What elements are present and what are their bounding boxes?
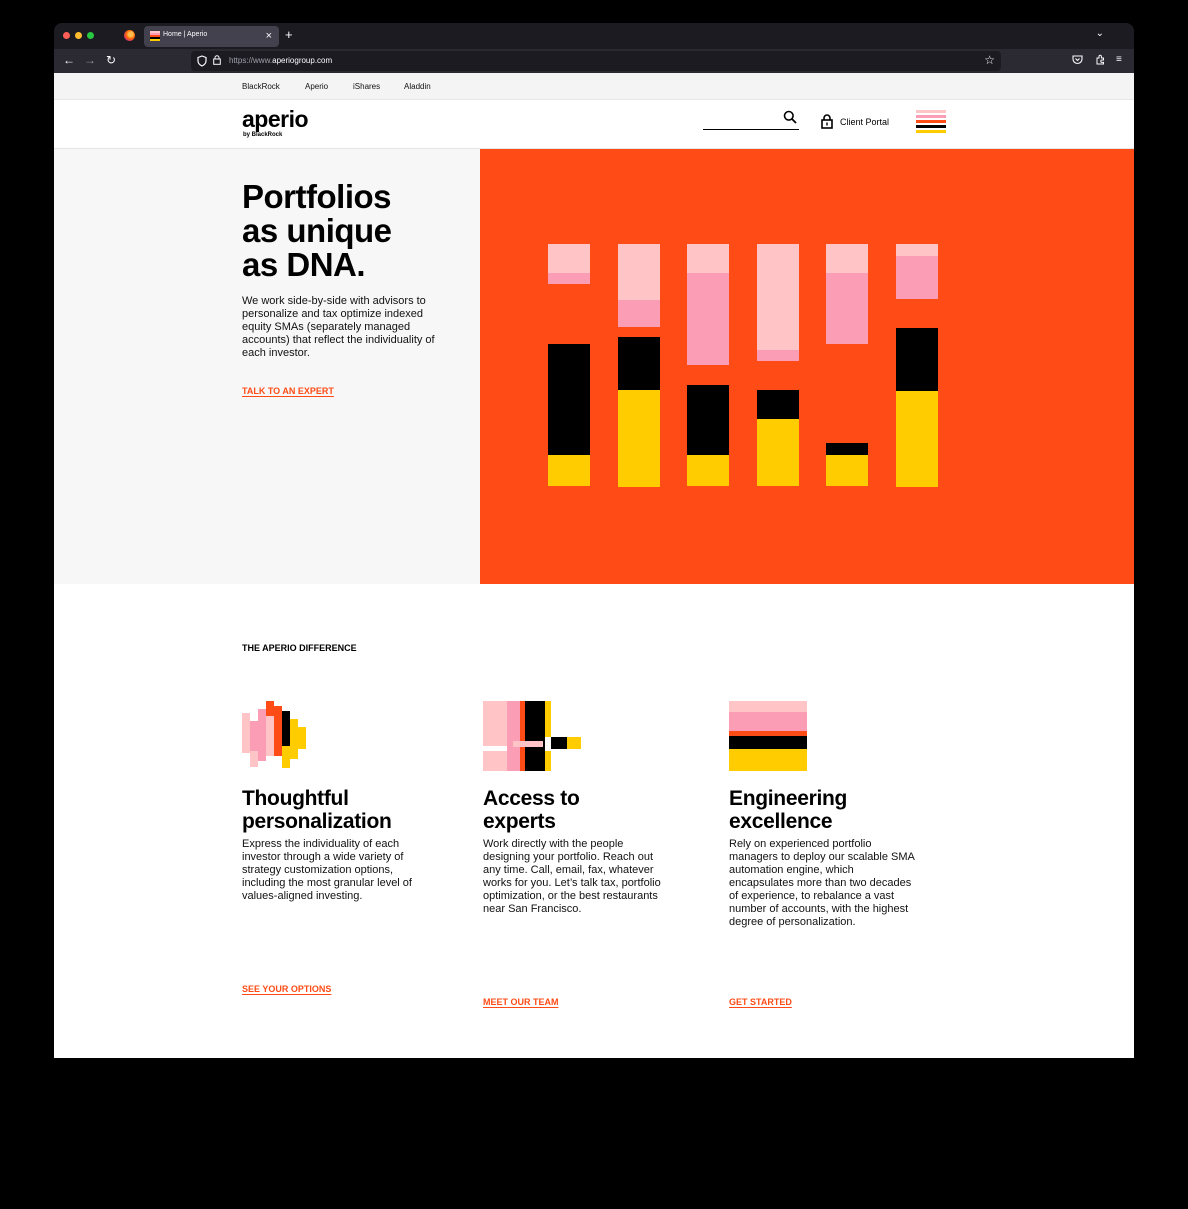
bar-segment (618, 300, 660, 327)
new-tab-icon[interactable]: + (285, 27, 293, 43)
bar-segment (548, 244, 590, 273)
talk-to-expert-link[interactable]: TALK TO AN EXPERT (242, 386, 334, 396)
feature-experts: Access to experts Work directly with the… (483, 701, 673, 916)
bookmark-star-icon[interactable]: ☆ (984, 53, 995, 67)
site-menu-button[interactable] (916, 110, 946, 138)
bar-segment (826, 244, 868, 273)
bar-segment (548, 344, 590, 455)
bar-segment (548, 455, 590, 486)
aperio-favicon-icon (150, 31, 160, 41)
extensions-icon[interactable] (1095, 54, 1106, 65)
dna-bars-graphic (548, 244, 948, 489)
bar-segment (618, 244, 660, 300)
bar-segment (687, 385, 729, 455)
firefox-icon[interactable] (124, 30, 135, 41)
reload-icon[interactable]: ↻ (106, 53, 116, 67)
bar-segment (618, 390, 660, 487)
personalization-icon (242, 701, 422, 771)
bar-segment (687, 244, 729, 273)
address-bar[interactable]: https://www.aperiogroup.com ☆ (191, 51, 1001, 71)
search-box (703, 108, 799, 130)
bar-segment (896, 244, 938, 256)
hero-title: Portfolios as unique as DNA. (242, 178, 392, 283)
back-icon[interactable]: ← (63, 53, 75, 67)
bar-segment (757, 390, 799, 419)
logo-subtitle: by BlackRock (243, 132, 283, 138)
hero-description: We work side-by-side with advisors to pe… (242, 295, 435, 359)
search-input[interactable] (703, 110, 779, 128)
aperio-logo[interactable]: aperio (242, 106, 309, 132)
tab-title: Home | Aperio (163, 31, 208, 38)
browser-tabbar: Home | Aperio × + ⌄ (54, 23, 1134, 49)
utility-link-ishares[interactable]: iShares (353, 82, 380, 91)
meet-our-team-link[interactable]: MEET OUR TEAM (483, 997, 559, 1007)
bar-segment (618, 337, 660, 390)
forward-icon[interactable]: → (84, 53, 96, 67)
hamburger-menu-icon[interactable]: ≡ (1116, 54, 1122, 66)
bar-segment (757, 350, 799, 361)
browser-tab[interactable]: Home | Aperio × (144, 26, 279, 47)
bar-segment (826, 443, 868, 455)
utility-nav: BlackRock Aperio iShares Aladdin (54, 73, 1134, 100)
web-page: BlackRock Aperio iShares Aladdin aperio … (54, 73, 1134, 1058)
bar-segment (757, 419, 799, 486)
browser-window: Home | Aperio × + ⌄ ← → ↻ https://www.ap… (54, 23, 1134, 1104)
utility-link-aperio[interactable]: Aperio (305, 82, 328, 91)
client-portal-label: Client Portal (840, 117, 890, 127)
site-header: aperio by BlackRock Client Portal (54, 100, 1134, 149)
bar-segment (826, 273, 868, 344)
lock-icon (821, 114, 833, 129)
get-started-link[interactable]: GET STARTED (729, 997, 792, 1007)
bar-segment (757, 244, 799, 350)
tab-close-icon[interactable]: × (266, 29, 272, 43)
shield-icon[interactable] (197, 55, 207, 67)
lock-icon[interactable] (213, 55, 221, 65)
url-text[interactable]: https://www.aperiogroup.com (229, 56, 332, 65)
bar-segment (896, 328, 938, 391)
pocket-icon[interactable] (1072, 54, 1083, 65)
footer (54, 1058, 1134, 1104)
experts-icon (483, 701, 673, 771)
close-window-button[interactable] (63, 32, 70, 39)
bar-segment (896, 256, 938, 299)
feature-personalization: Thoughtful personalization Express the i… (242, 701, 422, 903)
browser-navbar: ← → ↻ https://www.aperiogroup.com ☆ ≡ (54, 49, 1134, 73)
bar-segment (896, 391, 938, 487)
bar-segment (548, 273, 590, 284)
utility-link-blackrock[interactable]: BlackRock (242, 82, 280, 91)
search-icon[interactable] (783, 110, 797, 124)
utility-link-aladdin[interactable]: Aladdin (404, 82, 431, 91)
feature-engineering: Engineering excellence Rely on experienc… (729, 701, 919, 929)
bar-segment (826, 455, 868, 486)
tab-list-chevron-icon[interactable]: ⌄ (1096, 28, 1104, 39)
feature-description: Express the individuality of each invest… (242, 838, 412, 902)
maximize-window-button[interactable] (87, 32, 94, 39)
see-your-options-link[interactable]: SEE YOUR OPTIONS (242, 984, 331, 994)
bar-segment (687, 455, 729, 486)
feature-description: Rely on experienced portfolio managers t… (729, 838, 915, 928)
feature-title: Thoughtful personalization (242, 787, 392, 833)
engineering-icon (729, 701, 919, 771)
feature-title: Access to experts (483, 787, 580, 833)
bar-segment (687, 273, 729, 365)
section-heading: THE APERIO DIFFERENCE (242, 643, 357, 653)
minimize-window-button[interactable] (75, 32, 82, 39)
feature-description: Work directly with the people designing … (483, 838, 661, 915)
feature-title: Engineering excellence (729, 787, 848, 833)
